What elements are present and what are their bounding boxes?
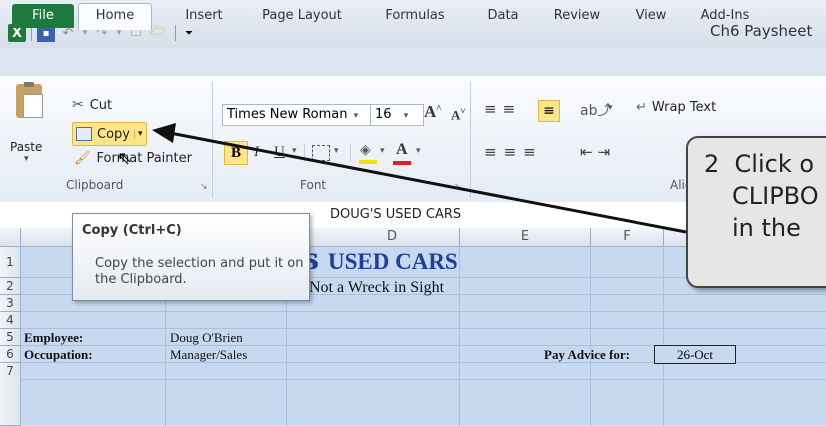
callout-line-3: in the [732,214,801,242]
instruction-callout: 2 Click o CLIPBO in the [686,136,826,288]
callout-line-1: 2 Click o [704,150,815,178]
callout-line-2: CLIPBO [732,182,819,210]
